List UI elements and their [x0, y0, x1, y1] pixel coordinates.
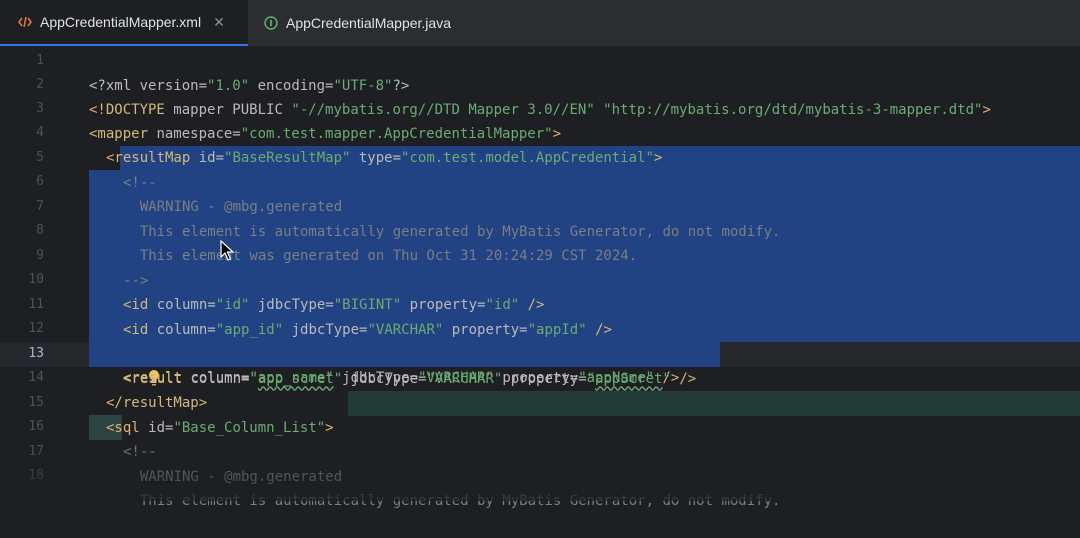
editor-tab-bar: AppCredentialMapper.xml ✕ AppCredentialM…: [0, 0, 1080, 47]
mouse-pointer-icon: [220, 239, 235, 266]
code-line: <sql id="Base_Column_List">: [0, 391, 1080, 436]
close-tab-icon[interactable]: ✕: [213, 14, 225, 31]
code-line: This element is automatically generated …: [0, 464, 1080, 509]
code-line-current: <result column="app_scret" jdbcType="VAR…: [0, 342, 1080, 387]
java-interface-icon: [264, 16, 278, 30]
code-line: <id column="id" jdbcType="BIGINT" proper…: [0, 268, 1080, 313]
code-line: <resultMap id="BaseResultMap" type="com.…: [0, 121, 1080, 166]
xml-file-icon: [18, 15, 32, 29]
code-line: <!--: [0, 415, 1080, 460]
code-line: <result column="app_name" jdbcType="VARC…: [0, 317, 1080, 386]
code-line: WARNING - @mbg.generated: [0, 170, 1080, 215]
code-line: <?xml version="1.0" encoding="UTF-8"?>: [0, 49, 1080, 94]
code-line: <id column="app_id" jdbcType="VARCHAR" p…: [0, 293, 1080, 338]
tab-appcredentialmapper-java[interactable]: AppCredentialMapper.java: [248, 0, 488, 46]
code-line: <!--: [0, 146, 1080, 191]
code-line: <mapper namespace="com.test.mapper.AppCr…: [0, 97, 1080, 142]
code-line: WARNING - @mbg.generated: [0, 440, 1080, 485]
code-line: </resultMap>: [0, 366, 1080, 411]
tab-appcredentialmapper-xml[interactable]: AppCredentialMapper.xml ✕: [0, 0, 248, 46]
code-editor[interactable]: 1 2 3 4 5 6 7 8 9 10 11 12 13 14 15 16 1…: [0, 46, 1080, 509]
code-line: This element was generated on Thu Oct 31…: [0, 219, 1080, 264]
code-line: -->: [0, 244, 1080, 289]
code-line: <!DOCTYPE mapper PUBLIC "-//mybatis.org/…: [0, 73, 1080, 118]
tab-label: AppCredentialMapper.java: [286, 15, 451, 31]
code-line: This element is automatically generated …: [0, 195, 1080, 240]
tab-label: AppCredentialMapper.xml: [40, 14, 202, 30]
